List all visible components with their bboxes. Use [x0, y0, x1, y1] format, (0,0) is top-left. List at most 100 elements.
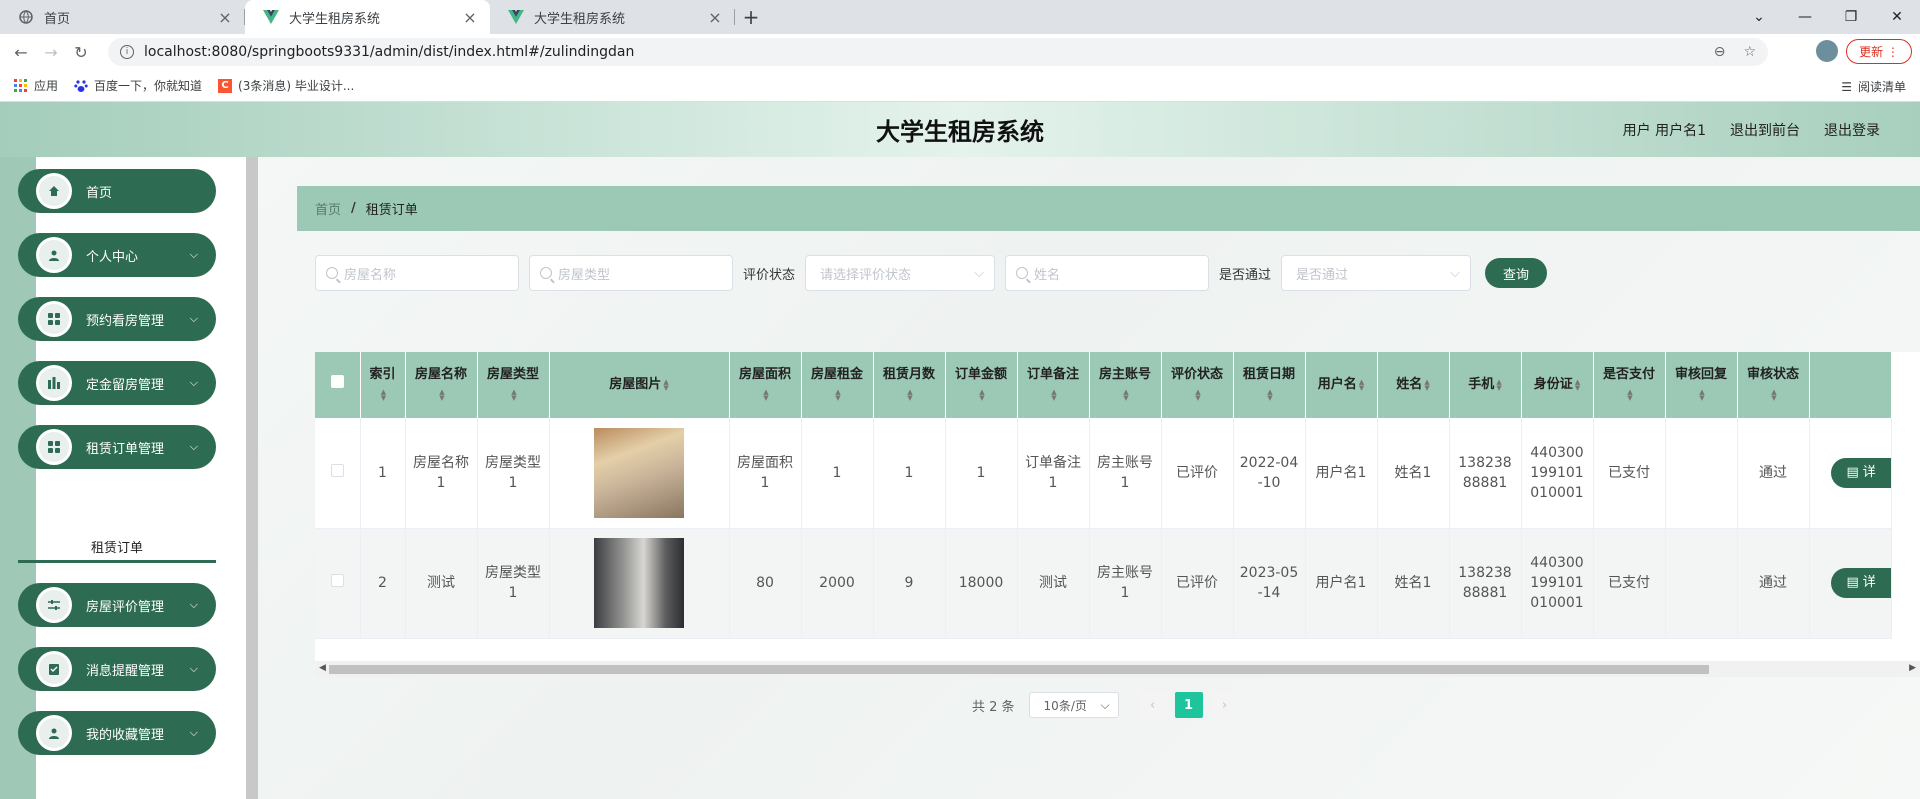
sidebar-item-home[interactable]: 首页 — [18, 169, 216, 213]
close-icon[interactable]: × — [462, 8, 478, 27]
main-content: 首页 / 租赁订单 房屋名称 房屋类型 评价状态 请选择评价状态 ⌵ 姓名 是否通… — [258, 157, 1920, 799]
info-icon[interactable]: i — [120, 45, 134, 59]
pass-select[interactable]: 是否通过 ⌵ — [1281, 255, 1472, 291]
house-photo[interactable] — [594, 538, 684, 628]
minimize-button[interactable]: — — [1782, 9, 1828, 25]
cell: 房屋类型1 — [477, 418, 550, 529]
column-header[interactable]: 房屋类型▲ ▼ — [477, 352, 550, 418]
cell: 测试 — [1017, 528, 1090, 639]
select-all-checkbox[interactable] — [315, 352, 361, 418]
breadcrumb-home[interactable]: 首页 — [315, 199, 341, 218]
column-header[interactable]: 房屋租金▲ ▼ — [801, 352, 874, 418]
column-header[interactable]: 租赁月数▲ ▼ — [873, 352, 946, 418]
sidebar-item-orders[interactable]: 租赁订单管理 ⌵ — [18, 425, 216, 469]
restore-button[interactable]: ❐ — [1828, 9, 1874, 25]
sidebar-subitem-rental-orders[interactable]: 租赁订单 — [18, 533, 216, 563]
column-header[interactable]: 是否支付▲ ▼ — [1593, 352, 1666, 418]
sidebar-item-messages[interactable]: 消息提醒管理 ⌵ — [18, 647, 216, 691]
search-icon — [540, 267, 552, 279]
profile-avatar[interactable] — [1816, 40, 1838, 62]
browser-tab[interactable]: 大学生租房系统 × — [490, 0, 735, 34]
scroll-right-icon[interactable]: ▶ — [1909, 663, 1916, 673]
detail-button[interactable]: ▤ 详 — [1830, 457, 1891, 488]
star-icon[interactable]: ☆ — [1743, 44, 1756, 60]
cell: 姓名1 — [1377, 418, 1450, 529]
browser-tab-active[interactable]: 大学生租房系统 × — [245, 0, 490, 34]
home-icon — [36, 173, 72, 209]
app-header: 大学生租房系统 用户 用户名1 退出到前台 退出登录 — [0, 102, 1920, 157]
close-icon[interactable]: × — [217, 8, 233, 27]
bookmark-baidu[interactable]: 百度一下，你就知道 — [74, 77, 202, 94]
eval-status-select[interactable]: 请选择评价状态 ⌵ — [805, 255, 996, 291]
close-window-button[interactable]: ✕ — [1874, 9, 1920, 25]
address-bar[interactable]: i localhost:8080/springboots9331/admin/d… — [108, 38, 1768, 66]
page-size-select[interactable]: 10条/页 ⌵ — [1028, 692, 1119, 718]
tab-search-icon[interactable]: ⌄ — [1736, 9, 1782, 25]
scrollbar-thumb[interactable] — [329, 665, 1709, 674]
orders-table: 索引▲ ▼ 房屋名称▲ ▼ 房屋类型▲ ▼ 房屋图片 ▲ ▼ 房屋面积▲ ▼ 房屋租金▲ ▼ … — [315, 352, 1920, 662]
column-header[interactable]: 房主账号▲ ▼ — [1089, 352, 1162, 418]
house-name-input[interactable]: 房屋名称 — [315, 255, 519, 291]
sidebar-item-favorites[interactable]: 我的收藏管理 ⌵ — [18, 711, 216, 755]
column-header[interactable]: 索引▲ ▼ — [360, 352, 406, 418]
zoom-icon[interactable]: ⊖ — [1714, 44, 1726, 60]
page-number-current[interactable]: 1 — [1174, 692, 1203, 718]
logout-link[interactable]: 退出登录 — [1824, 120, 1880, 140]
house-type-input[interactable]: 房屋类型 — [529, 255, 733, 291]
detail-button[interactable]: ▤ 详 — [1830, 568, 1891, 598]
bookmark-csdn[interactable]: C (3条消息) 毕业设计... — [218, 77, 354, 94]
sidebar-item-label: 定金留房管理 — [86, 377, 165, 393]
sidebar-item-personal[interactable]: 个人中心 ⌵ — [18, 233, 216, 277]
table-horizontal-scrollbar[interactable]: ◀ ▶ — [315, 661, 1920, 677]
back-arrow-icon[interactable]: ← — [6, 43, 36, 62]
prev-page-button[interactable]: ‹ — [1138, 692, 1167, 718]
cell: 已评价 — [1161, 528, 1234, 639]
close-icon[interactable]: × — [707, 8, 723, 27]
column-header[interactable]: 审核状态▲ ▼ — [1737, 352, 1810, 418]
user-icon — [36, 237, 72, 273]
forward-arrow-icon[interactable]: → — [36, 43, 66, 62]
detail-label: 详 — [1862, 575, 1876, 590]
reading-list[interactable]: ☰ 阅读清单 — [1841, 78, 1906, 95]
header-actions: 用户 用户名1 退出到前台 退出登录 — [1623, 120, 1880, 140]
column-header[interactable]: 用户名 ▲ ▼ — [1305, 352, 1378, 418]
new-tab-button[interactable]: + — [735, 0, 767, 34]
column-header[interactable]: 租赁日期▲ ▼ — [1233, 352, 1306, 418]
update-button[interactable]: 更新 ⋮ — [1846, 39, 1912, 64]
bookmark-apps[interactable]: 应用 — [14, 77, 58, 94]
sidebar-item-reviews[interactable]: 房屋评价管理 ⌵ — [18, 583, 216, 627]
table-row: 2 测试 房屋类型1 80 2000 9 18000 测试 房主账号1 已评价 … — [315, 528, 1892, 639]
scroll-left-icon[interactable]: ◀ — [319, 663, 326, 673]
sidebar-item-viewing[interactable]: 预约看房管理 ⌵ — [18, 297, 216, 341]
cell — [1665, 418, 1738, 529]
sidebar-item-deposit[interactable]: 定金留房管理 ⌵ — [18, 361, 216, 405]
column-header[interactable]: 姓名 ▲ ▼ — [1377, 352, 1450, 418]
back-to-front-link[interactable]: 退出到前台 — [1730, 120, 1800, 140]
column-header[interactable]: 房屋名称▲ ▼ — [405, 352, 478, 418]
bookmark-label: 应用 — [34, 79, 59, 93]
row-checkbox[interactable] — [315, 528, 361, 639]
column-header[interactable]: 订单备注▲ ▼ — [1017, 352, 1090, 418]
house-photo[interactable] — [594, 427, 684, 518]
placeholder-text: 是否通过 — [1296, 267, 1349, 283]
chevron-down-icon: ⌵ — [189, 662, 198, 675]
house-image-cell — [549, 528, 730, 639]
row-checkbox[interactable] — [315, 418, 361, 529]
cell: 1 — [801, 418, 874, 529]
cell: 用户名1 — [1305, 528, 1378, 639]
sliders-icon — [36, 587, 72, 623]
column-header[interactable]: 评价状态▲ ▼ — [1161, 352, 1234, 418]
column-header[interactable]: 房屋面积▲ ▼ — [729, 352, 802, 418]
column-header[interactable]: 审核回复▲ ▼ — [1665, 352, 1738, 418]
column-header[interactable]: 身份证 ▲ ▼ — [1521, 352, 1594, 418]
reload-icon[interactable]: ↻ — [66, 43, 96, 62]
column-header[interactable]: 订单金额▲ ▼ — [945, 352, 1018, 418]
breadcrumb-current: 租赁订单 — [365, 203, 418, 218]
next-page-button[interactable]: › — [1210, 692, 1239, 718]
name-input[interactable]: 姓名 — [1005, 255, 1210, 291]
column-header[interactable]: 房屋图片 ▲ ▼ — [549, 352, 730, 418]
column-header[interactable]: 手机 ▲ ▼ — [1449, 352, 1522, 418]
query-button[interactable]: 查询 — [1485, 258, 1548, 288]
cell: 1 — [360, 418, 406, 529]
browser-tab[interactable]: 首页 × — [0, 0, 245, 34]
